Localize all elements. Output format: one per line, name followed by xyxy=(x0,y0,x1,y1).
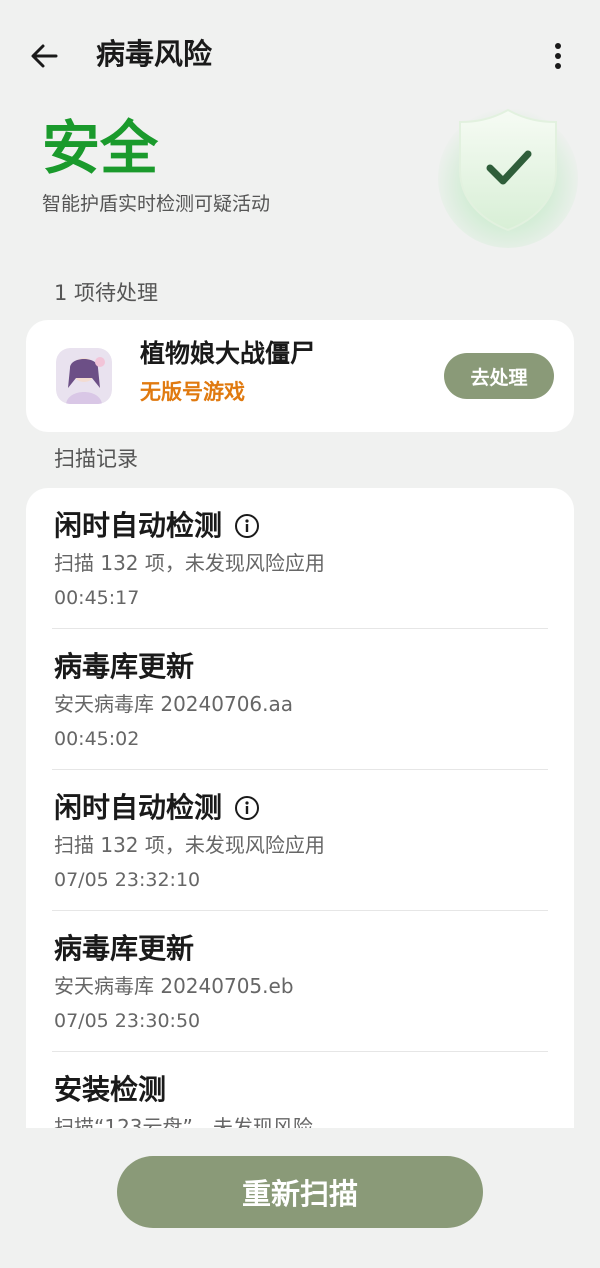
record-title-text: 闲时自动检测 xyxy=(54,791,223,824)
app-warning-label: 无版号游戏 xyxy=(140,380,245,404)
record-title: 闲时自动检测 xyxy=(54,506,260,546)
pending-app-card[interactable]: 植物娘大战僵尸 无版号游戏 去处理 xyxy=(26,320,574,432)
more-vertical-icon[interactable] xyxy=(530,36,570,76)
scan-records-label: 扫描记录 xyxy=(54,447,138,471)
pending-count-label: 1 项待处理 xyxy=(54,281,159,305)
info-icon[interactable] xyxy=(234,513,260,539)
record-title: 安装检测 xyxy=(54,1073,167,1106)
info-icon[interactable] xyxy=(234,795,260,821)
status-subtitle: 智能护盾实时检测可疑活动 xyxy=(42,193,271,215)
scan-record: 病毒库更新 安天病毒库 20240705.eb 07/05 23:30:50 xyxy=(52,911,548,1052)
status-title: 安全 xyxy=(42,114,159,182)
record-detail: 扫描 132 项，未发现风险应用 xyxy=(54,833,325,857)
scan-record: 闲时自动检测 扫描 132 项，未发现风险应用 00:45:17 xyxy=(52,488,548,629)
back-arrow-icon[interactable] xyxy=(26,36,66,76)
record-detail: 扫描 132 项，未发现风险应用 xyxy=(54,551,325,575)
scan-records-list: 闲时自动检测 扫描 132 项，未发现风险应用 00:45:17 病毒库更新 安… xyxy=(26,488,574,1128)
record-time: 00:45:02 xyxy=(54,728,140,750)
record-time: 07/05 23:32:10 xyxy=(54,869,201,891)
record-title: 病毒库更新 xyxy=(54,650,195,683)
handle-button[interactable]: 去处理 xyxy=(444,353,554,399)
scan-record: 安装检测 扫描“123云盘”，未发现风险 xyxy=(52,1052,548,1128)
virus-risk-page: 病毒风险 安全 智能护盾实时检测可疑活动 1 项待处理 植物娘大战僵尸 无版号游… xyxy=(0,0,600,1268)
record-time: 00:45:17 xyxy=(54,587,140,609)
scan-record: 闲时自动检测 扫描 132 项，未发现风险应用 07/05 23:32:10 xyxy=(52,770,548,911)
record-title-text: 闲时自动检测 xyxy=(54,509,223,542)
app-icon xyxy=(56,348,112,404)
record-time: 07/05 23:30:50 xyxy=(54,1010,201,1032)
shield-check-icon xyxy=(438,108,578,248)
rescan-button[interactable]: 重新扫描 xyxy=(117,1156,483,1228)
app-name: 植物娘大战僵尸 xyxy=(140,339,316,368)
record-title: 闲时自动检测 xyxy=(54,788,260,828)
record-detail: 安天病毒库 20240705.eb xyxy=(54,974,294,998)
record-title: 病毒库更新 xyxy=(54,932,195,965)
record-detail: 扫描“123云盘”，未发现风险 xyxy=(54,1115,313,1128)
header: 病毒风险 xyxy=(0,0,600,110)
scan-record: 病毒库更新 安天病毒库 20240706.aa 00:45:02 xyxy=(52,629,548,770)
page-title: 病毒风险 xyxy=(96,37,213,71)
record-detail: 安天病毒库 20240706.aa xyxy=(54,692,294,716)
